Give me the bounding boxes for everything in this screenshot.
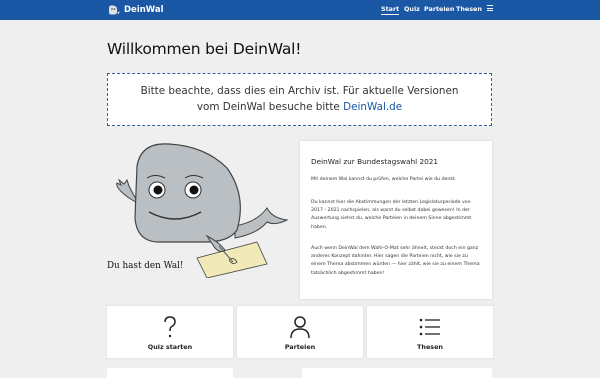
- page-title: Willkommen bei DeinWal!: [107, 40, 302, 58]
- deinwal-link[interactable]: DeinWal.de: [343, 101, 402, 113]
- nav-quiz[interactable]: Quiz: [404, 5, 420, 13]
- parteien-card[interactable]: Parteien: [237, 306, 363, 358]
- archive-text-line2: vom DeinWal besuche bitte DeinWal.de: [108, 100, 491, 115]
- info-paragraph-1: Mit deinem Wal kannst du prüfen, welche …: [311, 177, 457, 182]
- info-paragraph-2: Du kannst hier die Abstimmungen der letz…: [311, 200, 472, 230]
- quiz-start-card[interactable]: Quiz starten: [107, 306, 233, 358]
- nav-thesen[interactable]: Thesen: [456, 5, 482, 13]
- hamburger-icon[interactable]: [487, 5, 493, 11]
- info-card-title: DeinWal zur Bundestagswahl 2021: [311, 157, 439, 166]
- thesen-label: Thesen: [417, 343, 443, 351]
- whale-mascot-illustration: [107, 138, 297, 279]
- parteien-label: Parteien: [284, 343, 316, 351]
- archive-text-prefix: vom DeinWal besuche bitte: [196, 101, 344, 113]
- person-icon: [290, 316, 310, 339]
- question-mark-icon: [164, 316, 176, 338]
- info-paragraph-3: Auch wenn DeinWal dem Wahl-O-Mat sehr äh…: [311, 246, 480, 276]
- brand-link[interactable]: DeinWal: [108, 3, 164, 17]
- quiz-start-label: Quiz starten: [147, 343, 193, 351]
- brand-name: DeinWal: [124, 5, 164, 15]
- list-icon: [419, 318, 440, 336]
- archive-notice: Bitte beachte, dass dies ein Archiv ist.…: [107, 73, 492, 126]
- info-card: DeinWal zur Bundestagswahl 2021 Mit dein…: [300, 141, 492, 299]
- nav-start[interactable]: Start: [381, 5, 400, 15]
- archive-text-line1: Bitte beachte, dass dies ein Archiv ist.…: [140, 85, 459, 97]
- next-row-card-left[interactable]: [107, 368, 233, 378]
- thesen-card[interactable]: Thesen: [367, 306, 493, 358]
- top-navbar: DeinWal Start Quiz Parteien Thesen: [0, 0, 600, 20]
- whale-logo-icon: [109, 4, 120, 14]
- next-row-card-right[interactable]: [302, 368, 492, 378]
- whale-caption: Du hast den Wal!: [107, 261, 184, 271]
- nav-parteien[interactable]: Parteien: [424, 5, 454, 13]
